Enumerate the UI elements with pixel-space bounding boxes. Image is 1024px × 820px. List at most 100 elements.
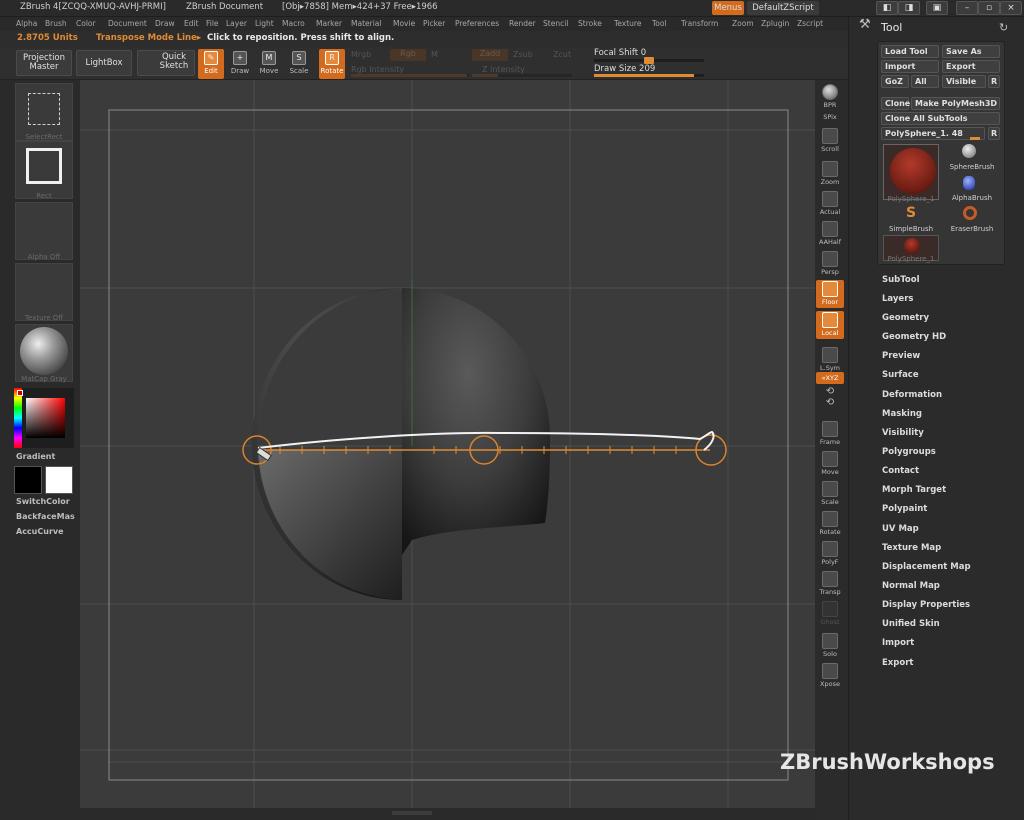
menu-brush[interactable]: Brush [45,19,67,28]
current-tool-slider-handle[interactable] [970,137,980,140]
menu-movie[interactable]: Movie [393,19,415,28]
floor-button[interactable]: Floor [816,280,844,308]
move-view-button[interactable]: Move [816,450,844,478]
all-button[interactable]: All [911,75,939,88]
close-icon[interactable]: × [1000,1,1022,15]
section-polygroups[interactable]: Polygroups [882,447,936,457]
move-tool-button[interactable]: M Move [256,49,282,79]
clone-button[interactable]: Clone [881,97,910,110]
secondary-color-swatch[interactable] [45,466,73,494]
quick-sketch-button[interactable]: Quick Sketch [137,50,195,76]
menu-color[interactable]: Color [76,19,96,28]
section-import[interactable]: Import [882,638,914,648]
menu-zplugin[interactable]: Zplugin [761,19,789,28]
zoom-button[interactable]: Zoom [816,160,844,188]
scroll-button[interactable]: Scroll [816,127,844,155]
zsub-button[interactable]: Zsub [513,50,533,59]
actual-button[interactable]: Actual [816,190,844,218]
default-zscript-button[interactable]: DefaultZScript [747,1,819,15]
rgb-intensity-slider[interactable]: Rgb Intensity [351,65,404,74]
r-button-2[interactable]: R [988,127,1000,140]
polysphere-big-thumb[interactable] [883,144,939,200]
minimize-icon[interactable]: – [956,1,978,15]
gradient-label[interactable]: Gradient [16,452,55,461]
section-texture-map[interactable]: Texture Map [882,543,941,553]
tool-palette-title[interactable]: Tool [881,21,902,34]
solo-button[interactable]: Solo [816,632,844,660]
section-layers[interactable]: Layers [882,294,913,304]
material-tile[interactable] [15,324,73,382]
make-polymesh-button[interactable]: Make PolyMesh3D [911,97,1000,110]
r-button[interactable]: R [988,75,1000,88]
accucurve-button[interactable]: AccuCurve [16,527,64,536]
menu-document[interactable]: Document [108,19,147,28]
section-morph-target[interactable]: Morph Target [882,485,946,495]
menus-button[interactable]: Menus [712,1,744,15]
menu-alpha[interactable]: Alpha [16,19,37,28]
main-color-swatch[interactable] [14,466,42,494]
menu-macro[interactable]: Macro [282,19,305,28]
load-tool-button[interactable]: Load Tool [881,45,939,58]
color-picker[interactable] [14,388,74,448]
backface-mask-button[interactable]: BackfaceMas [16,512,75,521]
section-surface[interactable]: Surface [882,370,919,380]
goz-button[interactable]: GoZ [881,75,909,88]
section-unified-skin[interactable]: Unified Skin [882,619,940,629]
bpr-button[interactable]: BPR [816,83,844,111]
section-masking[interactable]: Masking [882,409,922,419]
draw-tool-button[interactable]: + Draw [227,49,253,79]
menu-marker[interactable]: Marker [316,19,342,28]
menu-draw[interactable]: Draw [155,19,175,28]
rgb-button[interactable]: Rgb [390,49,426,61]
texture-tile[interactable] [15,263,73,321]
menu-light[interactable]: Light [255,19,274,28]
alpha-brush-icon[interactable] [963,176,975,190]
menu-zscript[interactable]: Zscript [797,19,823,28]
section-subtool[interactable]: SubTool [882,275,920,285]
edit-tool-button[interactable]: ✎ Edit [198,49,224,79]
lock-icon[interactable]: ▣ [926,1,948,15]
zcut-button[interactable]: Zcut [553,50,571,59]
lsym-button[interactable]: L.Sym [816,346,844,374]
aahalf-button[interactable]: AAHalf [816,220,844,248]
section-display-properties[interactable]: Display Properties [882,600,970,610]
restore-icon[interactable]: ▫ [978,1,1000,15]
visible-button[interactable]: Visible [942,75,986,88]
section-visibility[interactable]: Visibility [882,428,924,438]
section-displacement-map[interactable]: Displacement Map [882,562,971,572]
clone-all-subtools-button[interactable]: Clone All SubTools [881,112,1000,125]
menu-file[interactable]: File [206,19,219,28]
menu-transform[interactable]: Transform [681,19,718,28]
viewport-svg[interactable] [80,80,815,808]
projection-master-button[interactable]: Projection Master [16,50,72,76]
menu-edit[interactable]: Edit [184,19,199,28]
rotate-view-button[interactable]: Rotate [816,510,844,538]
simple-brush-icon[interactable]: S [904,205,918,221]
rect-tile[interactable] [15,141,73,199]
bottom-scroll-handle[interactable] [392,811,432,815]
persp-button[interactable]: Persp [816,250,844,278]
xpose-button[interactable]: Xpose [816,662,844,690]
scale-tool-button[interactable]: S Scale [286,49,312,79]
scale-view-button[interactable]: Scale [816,480,844,508]
layout-icon-2[interactable]: ◨ [898,1,920,15]
local-button[interactable]: Local [816,311,844,339]
color-square[interactable] [26,398,65,438]
switch-color-button[interactable]: SwitchColor [16,497,70,506]
menu-render[interactable]: Render [509,19,536,28]
section-deformation[interactable]: Deformation [882,390,942,400]
menu-picker[interactable]: Picker [423,19,445,28]
rotate-tool-button[interactable]: R Rotate [319,49,345,79]
menu-stroke[interactable]: Stroke [578,19,602,28]
menu-zoom[interactable]: Zoom [732,19,754,28]
ghost-button[interactable]: Ghost [816,600,844,628]
mrgb-button[interactable]: Mrgb [351,50,371,59]
transp-button[interactable]: Transp [816,570,844,598]
refresh-icon[interactable]: ↻ [999,21,1008,34]
m-button[interactable]: M [431,50,438,59]
lightbox-button[interactable]: LightBox [76,50,132,76]
menu-stencil[interactable]: Stencil [543,19,568,28]
zadd-button[interactable]: Zadd [472,49,508,61]
section-normal-map[interactable]: Normal Map [882,581,940,591]
section-geometry-hd[interactable]: Geometry HD [882,332,946,342]
